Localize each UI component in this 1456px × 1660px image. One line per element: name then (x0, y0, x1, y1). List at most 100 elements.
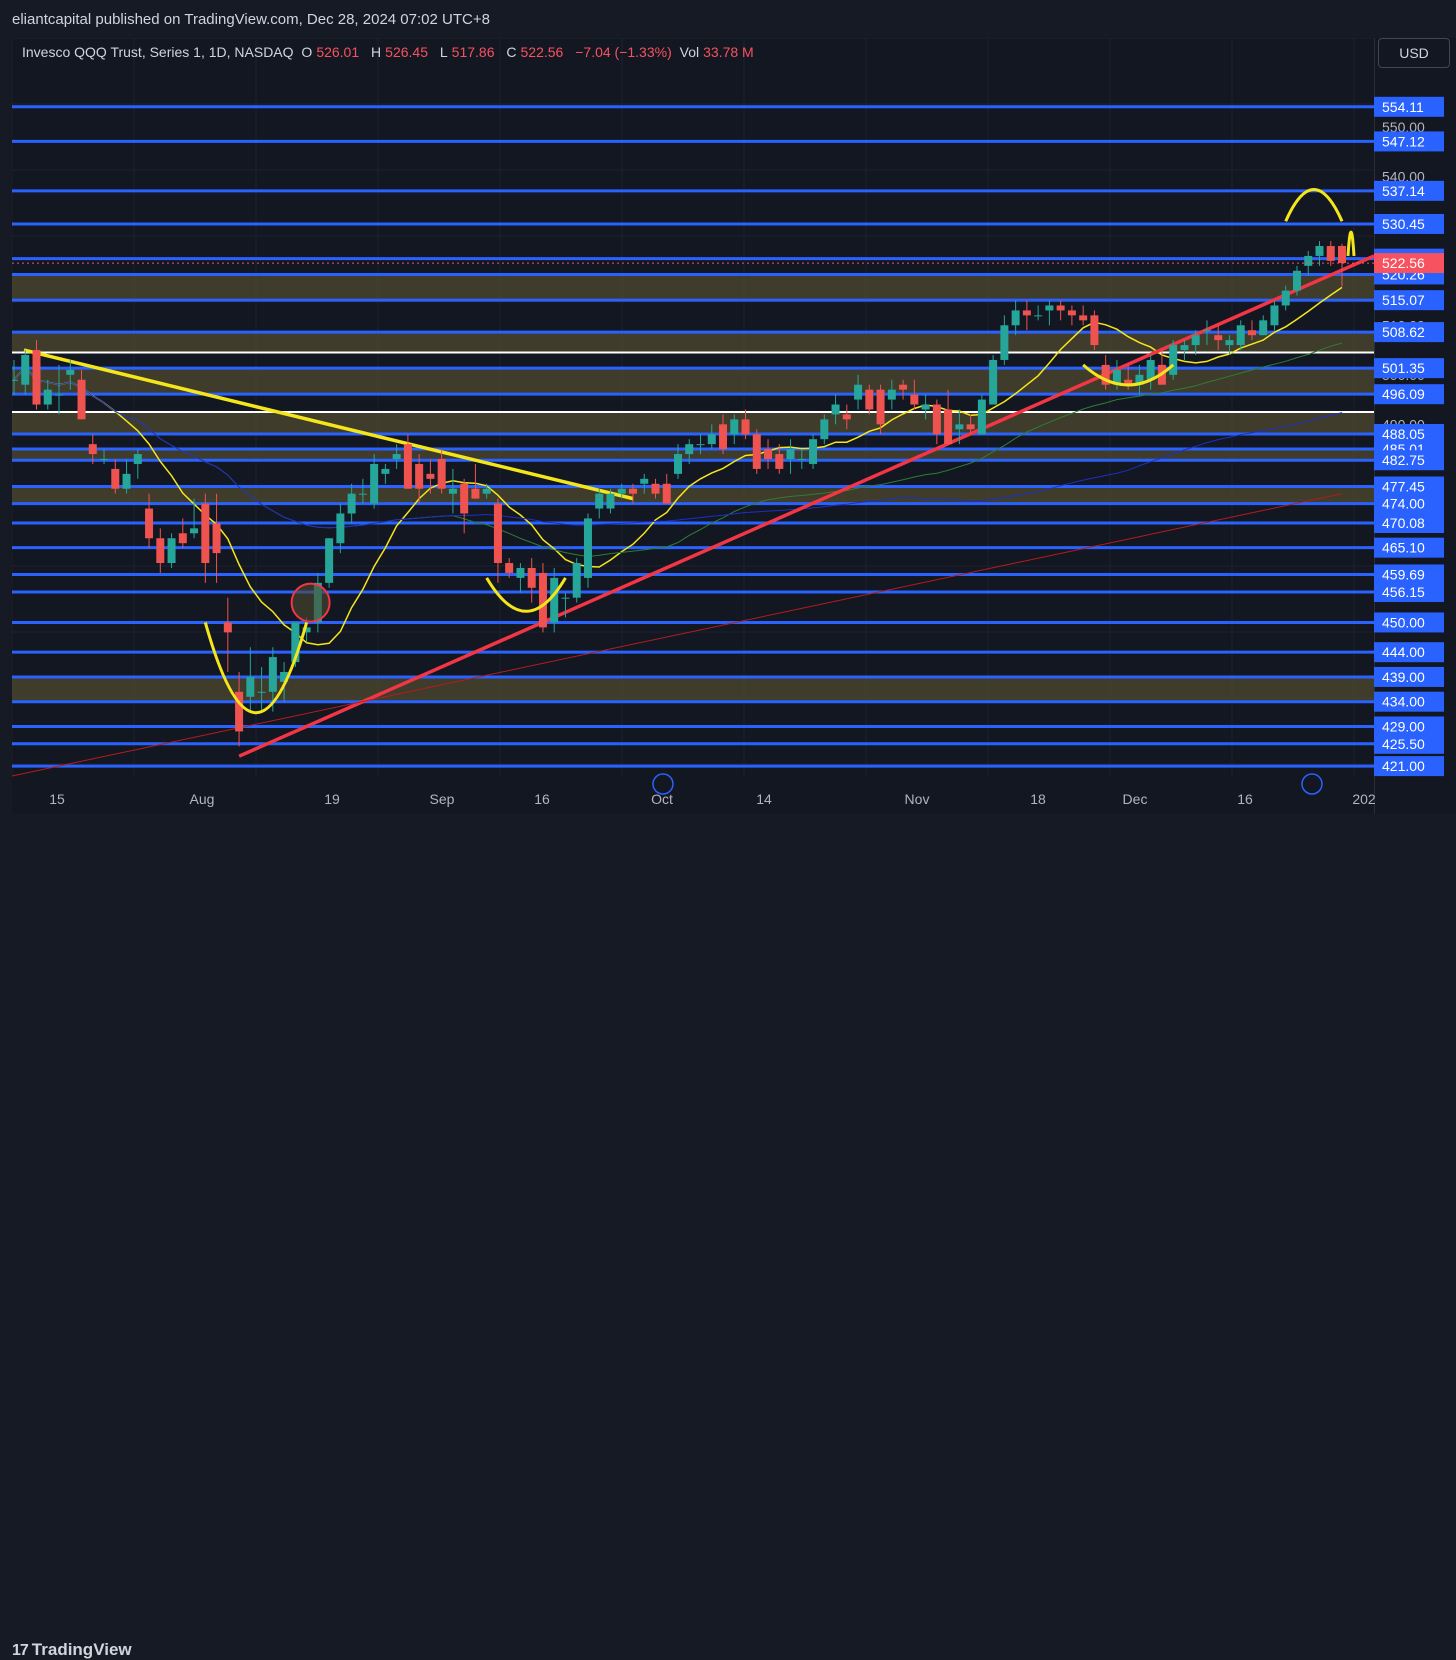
published-caption: eliantcapital published on TradingView.c… (12, 11, 490, 28)
candle-body (223, 622, 232, 633)
candle-body (325, 538, 334, 583)
candle-body (493, 503, 502, 564)
open-label: O 526.01 (301, 44, 360, 60)
time-tick: 19 (324, 791, 340, 807)
candle-body (190, 528, 199, 534)
candle-body (977, 399, 986, 435)
candle-body (212, 523, 221, 554)
dome-arc (1346, 230, 1356, 257)
candle-body (550, 577, 559, 623)
candle-body (1292, 270, 1301, 291)
candle-body (707, 434, 716, 445)
candle-body (527, 567, 536, 588)
candle-body (347, 493, 356, 514)
candle-body (156, 538, 165, 564)
candle-body (505, 563, 514, 573)
candle-body (1180, 345, 1189, 351)
price-tag-label: 450.00 (1382, 614, 1425, 630)
price-tag-label: 508.62 (1382, 324, 1425, 340)
symbol-title: Invesco QQQ Trust, Series 1, 1D, NASDAQ (22, 44, 294, 60)
candle-body (471, 488, 480, 499)
price-tag-label: 477.45 (1382, 478, 1425, 494)
zone-rect (12, 274, 1374, 301)
candle-body (797, 459, 806, 461)
high-value: 526.45 (385, 44, 428, 60)
price-tag-label: 530.45 (1382, 216, 1425, 232)
candle-body (381, 468, 390, 474)
candle-body (1146, 359, 1155, 380)
candle-body (651, 483, 660, 494)
time-tick: Nov (905, 791, 930, 807)
candle-body (617, 488, 626, 494)
chart-pane[interactable] (12, 38, 1374, 814)
candle-body (21, 354, 30, 385)
candle-body (854, 384, 863, 400)
candle-body (730, 419, 739, 435)
candle-body (268, 657, 277, 692)
price-tag-label: 425.50 (1382, 736, 1425, 752)
candle-body (111, 468, 120, 489)
zone-rect (12, 676, 1374, 702)
candle-body (595, 493, 604, 509)
price-axis-labels: 550.00540.00510.00500.00490.00554.11547.… (1374, 96, 1444, 777)
price-tag-label: 421.00 (1382, 758, 1425, 774)
candle-body (786, 449, 795, 460)
price-tag-label: 515.07 (1382, 292, 1425, 308)
change-value: −7.04 (−1.33%) (575, 44, 672, 60)
candle-body (662, 483, 671, 504)
price-tag-label: 444.00 (1382, 644, 1425, 660)
candle-body (899, 384, 908, 390)
candle-body (100, 459, 109, 461)
candle-body (1191, 335, 1200, 346)
time-axis[interactable]: 15 Aug 19 Sep 16 Oct 14 Nov 18 Dec 16 202 (12, 776, 1456, 814)
price-chart[interactable] (12, 38, 1374, 814)
high-label: H 526.45 (371, 44, 428, 60)
price-tag-label: 456.15 (1382, 584, 1425, 600)
candle-body (741, 419, 750, 435)
low-label: L 517.86 (439, 44, 495, 60)
candle-body (43, 389, 52, 405)
candle-body (820, 419, 829, 440)
candle-body (201, 503, 210, 564)
candle-body (437, 459, 446, 489)
candle-body (887, 389, 896, 400)
candle-body (167, 538, 176, 564)
candle-body (1034, 315, 1043, 317)
time-tick: 18 (1030, 791, 1046, 807)
candle-body (775, 454, 784, 469)
candle-body (1247, 330, 1256, 336)
close-value: 522.56 (520, 44, 564, 60)
candle-body (1281, 290, 1290, 306)
candle-body (606, 493, 615, 509)
candle-body (403, 444, 412, 489)
candle-body (178, 533, 187, 544)
time-tick: Oct (651, 791, 673, 807)
price-tag-label: 554.11 (1382, 99, 1424, 115)
highlight-circle (290, 582, 331, 623)
candle-body (88, 444, 97, 455)
top-bar: eliantcapital published on TradingView.c… (0, 0, 1456, 38)
time-tick: 202 (1352, 791, 1376, 807)
currency-button[interactable]: USD (1378, 38, 1450, 68)
candle-body (719, 424, 728, 450)
time-tick: Aug (190, 791, 215, 807)
price-tag-label: 429.00 (1382, 718, 1425, 734)
candle-body (1304, 255, 1313, 266)
candle-body (1259, 320, 1268, 336)
candle-body (752, 434, 761, 469)
candle-body (966, 424, 975, 430)
long-ma-line (12, 493, 1343, 777)
brand-name: TradingView (31, 1640, 132, 1659)
candle-body (257, 691, 266, 693)
candle-body (1214, 335, 1223, 341)
candle-body (77, 379, 86, 420)
price-tag-label: 459.69 (1382, 566, 1425, 582)
footer-bar: 17 TradingView (0, 814, 1456, 1659)
candle-body (1011, 310, 1020, 326)
candle-body (460, 483, 469, 514)
tradingview-logo[interactable]: 17 TradingView (12, 1640, 132, 1660)
candle-body (1270, 305, 1279, 326)
candle-body (145, 508, 154, 539)
candle-body (1236, 325, 1245, 346)
candle-body (66, 369, 75, 375)
